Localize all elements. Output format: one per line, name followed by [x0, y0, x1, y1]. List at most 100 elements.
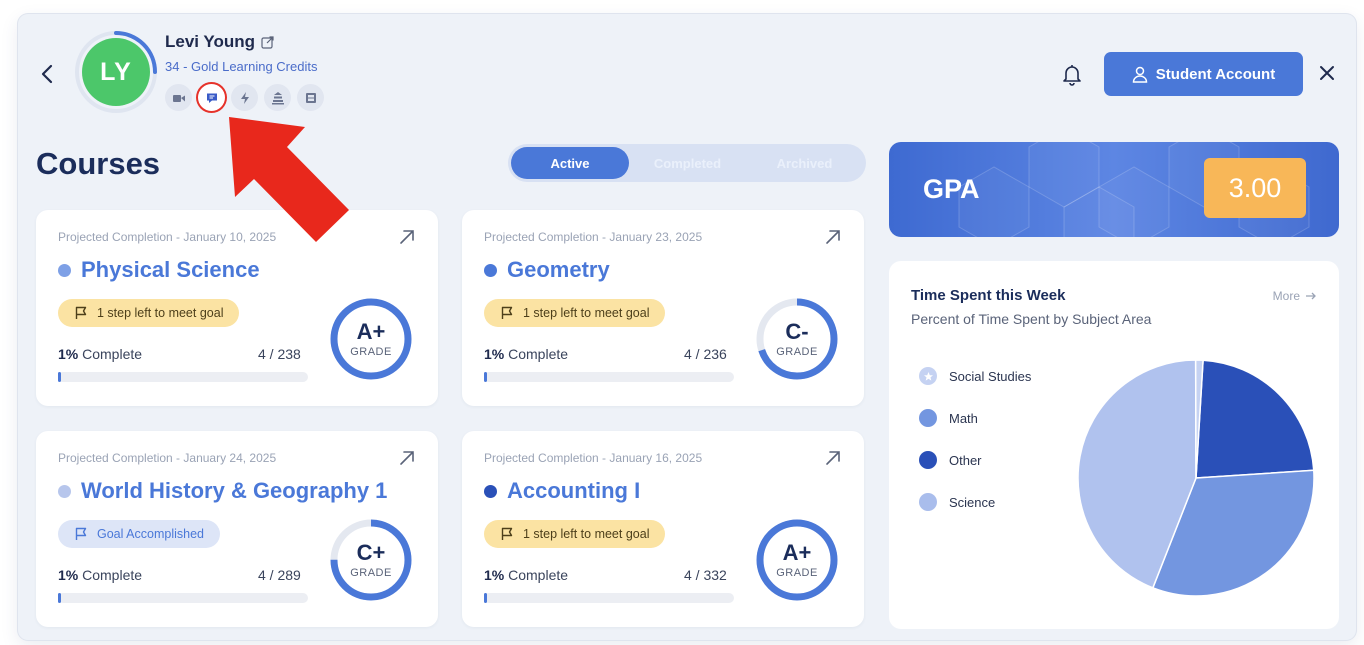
course-name: Geometry [507, 257, 610, 282]
complete-label: Complete [508, 567, 569, 583]
chat-button[interactable] [198, 84, 225, 111]
star-icon [919, 367, 937, 385]
legend-item: Science [919, 491, 1031, 513]
grade-badge: A+ GRADE [328, 296, 414, 382]
legend-swatch [919, 409, 937, 427]
goal-status-badge: 1 step left to meet goal [484, 520, 666, 548]
legend-swatch [919, 451, 937, 469]
external-edit-icon [261, 35, 274, 49]
course-card[interactable]: Projected Completion - January 16, 2025 A… [462, 431, 864, 627]
legend-label: Social Studies [949, 368, 1032, 384]
lightning-icon [240, 91, 249, 104]
percent-value: 1% [484, 346, 505, 362]
courses-title: Courses [36, 146, 161, 181]
progress-bar [484, 593, 734, 603]
open-course-arrow-icon[interactable] [398, 449, 416, 467]
goal-status-badge: 1 step left to meet goal [58, 299, 240, 327]
flag-icon [75, 527, 87, 540]
gpa-label: GPA [923, 174, 980, 204]
grade-letter: C+ [356, 539, 386, 565]
progress-fill [58, 593, 61, 603]
course-color-dot [58, 263, 71, 277]
progress-fill [58, 372, 61, 382]
gpa-value: 3.00 [1204, 158, 1306, 218]
legend-label: Other [949, 452, 982, 468]
course-card[interactable]: Projected Completion - January 10, 2025 P… [36, 210, 438, 406]
tab-active[interactable]: Active [511, 147, 629, 179]
grade-badge: A+ GRADE [754, 517, 840, 603]
complete-label: Complete [82, 346, 143, 362]
course-name: Physical Science [81, 257, 260, 282]
avatar-initials: LY [82, 38, 150, 106]
time-spent-subtitle: Percent of Time Spent by Subject Area [911, 311, 1152, 327]
back-chevron-icon[interactable] [38, 62, 56, 86]
grade-badge: C- GRADE [754, 296, 840, 382]
grade-label: GRADE [350, 566, 392, 579]
course-card[interactable]: Projected Completion - January 24, 2025 W… [36, 431, 438, 627]
pie-legend: Social Studies Math Other Science [919, 365, 1031, 513]
projected-completion: Projected Completion - January 16, 2025 [484, 451, 703, 465]
avatar[interactable]: LY [74, 30, 158, 114]
legend-item: Other [919, 449, 1031, 471]
user-name-link[interactable]: Levi Young [165, 32, 274, 52]
more-link[interactable]: More [1273, 289, 1317, 303]
legend-label: Science [949, 494, 996, 510]
progress-bar [484, 372, 734, 382]
course-name-link[interactable]: Physical Science [58, 257, 260, 283]
open-course-arrow-icon[interactable] [824, 228, 842, 246]
grade-letter: A+ [782, 539, 812, 565]
percent-value: 1% [58, 567, 79, 583]
steps-count: 4 / 238 [258, 346, 301, 362]
course-name: World History & Geography 1 [81, 478, 388, 503]
flag-icon [501, 306, 513, 319]
course-color-dot [58, 484, 71, 498]
app-window: LY Levi Young 34 - Gold Learning Credits [18, 14, 1356, 640]
percent-value: 1% [58, 346, 79, 362]
film-button[interactable] [297, 84, 324, 111]
percent-complete: 1% Complete [484, 346, 568, 362]
course-name-link[interactable]: Geometry [484, 257, 610, 283]
goal-status-label: Goal Accomplished [97, 527, 205, 541]
chat-icon [206, 93, 217, 103]
lightning-button[interactable] [231, 84, 258, 111]
goal-status-badge: 1 step left to meet goal [484, 299, 666, 327]
progress-bar [58, 593, 308, 603]
time-spent-card: Time Spent this Week Percent of Time Spe… [889, 261, 1339, 629]
user-icon [1132, 66, 1148, 83]
complete-label: Complete [82, 567, 143, 583]
open-course-arrow-icon[interactable] [824, 449, 842, 467]
course-name-link[interactable]: Accounting I [484, 478, 640, 504]
course-card[interactable]: Projected Completion - January 23, 2025 G… [462, 210, 864, 406]
flag-icon [501, 527, 513, 540]
projected-completion: Projected Completion - January 24, 2025 [58, 451, 277, 465]
flag-icon [75, 306, 87, 319]
course-name-link[interactable]: World History & Geography 1 [58, 478, 387, 504]
grade-badge: C+ GRADE [328, 517, 414, 603]
progress-bar [58, 372, 308, 382]
video-button[interactable] [165, 84, 192, 111]
student-account-button[interactable]: Student Account [1104, 52, 1303, 96]
quick-actions [165, 84, 324, 111]
open-course-arrow-icon[interactable] [398, 228, 416, 246]
percent-complete: 1% Complete [484, 567, 568, 583]
course-color-dot [484, 484, 497, 498]
course-color-dot [484, 263, 497, 277]
progress-fill [484, 372, 487, 382]
tab-completed[interactable]: Completed [629, 147, 746, 179]
grade-letter: A+ [356, 318, 386, 344]
stack-button[interactable] [264, 84, 291, 111]
legend-item: Social Studies [919, 365, 1031, 387]
film-icon [305, 92, 316, 103]
close-icon[interactable] [1318, 64, 1336, 82]
user-name: Levi Young [165, 32, 256, 51]
student-account-label: Student Account [1155, 65, 1276, 83]
pie-slice-other [1195, 359, 1315, 479]
course-name: Accounting I [507, 478, 641, 503]
bell-icon[interactable] [1061, 62, 1083, 86]
tab-archived[interactable]: Archived [746, 147, 863, 179]
legend-swatch [919, 493, 937, 511]
projected-completion: Projected Completion - January 10, 2025 [58, 230, 277, 244]
grade-label: GRADE [776, 345, 818, 358]
grade-label: GRADE [776, 566, 818, 579]
course-status-tabs: Active Completed Archived [508, 144, 866, 182]
